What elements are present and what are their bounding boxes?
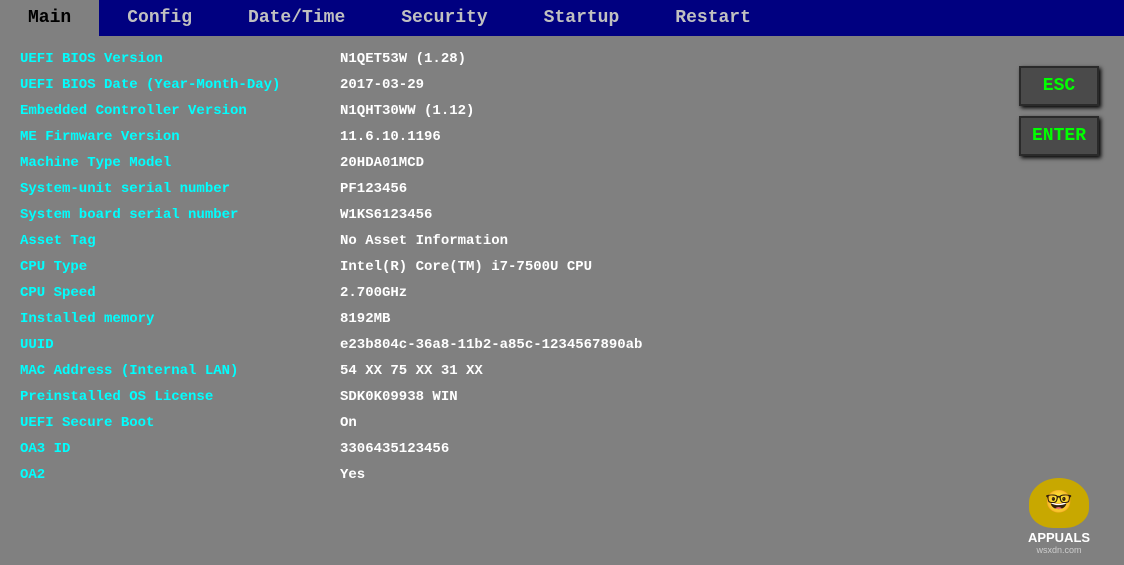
info-value: 8192MB — [340, 311, 390, 327]
info-value: 20HDA01MCD — [340, 155, 424, 171]
info-label: Preinstalled OS License — [20, 389, 340, 405]
table-row: Embedded Controller VersionN1QHT30WW (1.… — [20, 103, 1004, 125]
info-label: Installed memory — [20, 311, 340, 327]
table-row: OA3 ID3306435123456 — [20, 441, 1004, 463]
table-row: CPU TypeIntel(R) Core(TM) i7-7500U CPU — [20, 259, 1004, 281]
info-value: Intel(R) Core(TM) i7-7500U CPU — [340, 259, 592, 275]
info-label: ME Firmware Version — [20, 129, 340, 145]
content-area: UEFI BIOS VersionN1QET53W (1.28)UEFI BIO… — [0, 36, 1124, 565]
info-value: 2017-03-29 — [340, 77, 424, 93]
table-row: System-unit serial numberPF123456 — [20, 181, 1004, 203]
nav-item-security[interactable]: Security — [373, 0, 515, 36]
info-value: 54 XX 75 XX 31 XX — [340, 363, 483, 379]
table-row: Installed memory8192MB — [20, 311, 1004, 333]
info-value: Yes — [340, 467, 365, 483]
table-row: OA2Yes — [20, 467, 1004, 489]
info-value: W1KS6123456 — [340, 207, 432, 223]
info-value: 11.6.10.1196 — [340, 129, 441, 145]
info-label: OA3 ID — [20, 441, 340, 457]
enter-button[interactable]: ENTER — [1019, 116, 1099, 156]
watermark-site: wsxdn.com — [1036, 545, 1081, 555]
nav-item-main[interactable]: Main — [0, 0, 99, 36]
table-row: Preinstalled OS LicenseSDK0K09938 WIN — [20, 389, 1004, 411]
nav-item-startup[interactable]: Startup — [516, 0, 648, 36]
table-row: UEFI BIOS VersionN1QET53W (1.28) — [20, 51, 1004, 73]
esc-button[interactable]: ESC — [1019, 66, 1099, 106]
info-label: UEFI Secure Boot — [20, 415, 340, 431]
nav-item-config[interactable]: Config — [99, 0, 220, 36]
info-value: No Asset Information — [340, 233, 508, 249]
table-row: Machine Type Model20HDA01MCD — [20, 155, 1004, 177]
info-value: SDK0K09938 WIN — [340, 389, 458, 405]
info-value: On — [340, 415, 357, 431]
info-label: OA2 — [20, 467, 340, 483]
info-label: UEFI BIOS Version — [20, 51, 340, 67]
info-label: CPU Speed — [20, 285, 340, 301]
watermark: 🤓 APPUALS wsxdn.com — [1004, 475, 1114, 555]
nav-item-date-time[interactable]: Date/Time — [220, 0, 373, 36]
info-label: UEFI BIOS Date (Year-Month-Day) — [20, 77, 340, 93]
table-row: UEFI BIOS Date (Year-Month-Day)2017-03-2… — [20, 77, 1004, 99]
info-label: Embedded Controller Version — [20, 103, 340, 119]
table-row: UUIDe23b804c-36a8-11b2-a85c-1234567890ab — [20, 337, 1004, 359]
info-label: CPU Type — [20, 259, 340, 275]
table-row: Asset TagNo Asset Information — [20, 233, 1004, 255]
nav-item-restart[interactable]: Restart — [647, 0, 779, 36]
info-value: N1QHT30WW (1.12) — [340, 103, 474, 119]
nav-bar: MainConfigDate/TimeSecurityStartupRestar… — [0, 0, 1124, 36]
info-label: UUID — [20, 337, 340, 353]
info-value: e23b804c-36a8-11b2-a85c-1234567890ab — [340, 337, 642, 353]
info-label: System-unit serial number — [20, 181, 340, 197]
info-label: System board serial number — [20, 207, 340, 223]
info-label: Asset Tag — [20, 233, 340, 249]
info-label: MAC Address (Internal LAN) — [20, 363, 340, 379]
watermark-logo: 🤓 APPUALS wsxdn.com — [1028, 478, 1090, 555]
table-row: ME Firmware Version11.6.10.1196 — [20, 129, 1004, 151]
info-value: 2.700GHz — [340, 285, 407, 301]
watermark-brand: APPUALS — [1028, 530, 1090, 545]
table-row: MAC Address (Internal LAN)54 XX 75 XX 31… — [20, 363, 1004, 385]
info-label: Machine Type Model — [20, 155, 340, 171]
table-row: CPU Speed2.700GHz — [20, 285, 1004, 307]
watermark-icon: 🤓 — [1029, 478, 1089, 528]
table-row: System board serial numberW1KS6123456 — [20, 207, 1004, 229]
info-value: 3306435123456 — [340, 441, 449, 457]
table-row: UEFI Secure BootOn — [20, 415, 1004, 437]
info-value: N1QET53W (1.28) — [340, 51, 466, 67]
info-value: PF123456 — [340, 181, 407, 197]
info-table: UEFI BIOS VersionN1QET53W (1.28)UEFI BIO… — [20, 46, 1004, 555]
